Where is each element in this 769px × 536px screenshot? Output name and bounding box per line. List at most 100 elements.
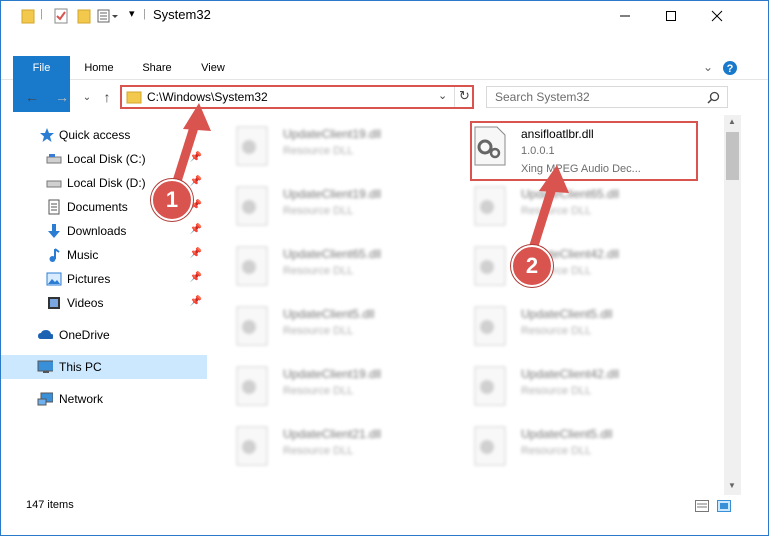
pin-icon: 📌 <box>189 224 202 235</box>
maximize-button[interactable] <box>648 1 694 31</box>
file-name: UpdateClient19.dll <box>283 367 382 381</box>
sidebar-item-label: Music <box>67 248 99 262</box>
up-button[interactable]: ↑ <box>97 87 117 107</box>
file-type: Resource DLL <box>283 205 354 217</box>
dll-file-icon <box>236 246 268 286</box>
pin-icon: 📌 <box>189 248 202 259</box>
file-name: UpdateClient19.dll <box>283 127 382 141</box>
file-name: UpdateClient21.dll <box>283 427 382 441</box>
explorer-window: | ▾ | System32 File Home Share View ⌄ ? … <box>0 0 769 536</box>
vertical-scrollbar[interactable]: ▲ ▼ <box>724 115 741 495</box>
details-view-icon[interactable] <box>695 500 709 512</box>
window-title: System32 <box>153 7 211 22</box>
file-name: UpdateClient5.dll <box>521 427 613 441</box>
search-box[interactable]: Search System32 <box>486 86 728 108</box>
downloads-icon <box>48 224 60 238</box>
sidebar-item-music[interactable]: Music 📌 <box>1 243 207 267</box>
cloud-icon <box>38 330 53 339</box>
videos-icon <box>48 297 60 309</box>
minimize-icon <box>620 15 630 17</box>
file-name: UpdateClient19.dll <box>283 187 382 201</box>
file-type: Resource DLL <box>521 445 592 457</box>
item-count: 147 items <box>26 499 74 511</box>
sidebar-item-label: Local Disk (D:) <box>67 176 146 190</box>
separator: | <box>143 8 146 20</box>
new-folder-icon[interactable] <box>77 7 91 25</box>
search-input[interactable]: Search System32 <box>495 90 590 104</box>
star-icon <box>40 128 54 142</box>
properties-icon[interactable] <box>53 7 69 25</box>
divider <box>454 87 455 107</box>
refresh-icon[interactable]: ↻ <box>459 88 470 104</box>
list-item[interactable]: UpdateClient65.dll Resource DLL <box>473 183 703 239</box>
sidebar-item-this-pc[interactable]: This PC <box>1 355 207 379</box>
address-dropdown-icon[interactable]: ⌄ <box>438 89 447 102</box>
drive-icon <box>46 154 62 164</box>
forward-arrow-icon: → <box>55 89 69 105</box>
list-item[interactable]: UpdateClient5.dll Resource DLL <box>473 423 703 479</box>
tab-home[interactable]: Home <box>77 56 121 80</box>
sidebar-item-network[interactable]: Network <box>1 387 207 411</box>
pin-icon: 📌 <box>189 272 202 283</box>
sidebar-item-label: This PC <box>59 360 102 374</box>
computer-icon <box>37 360 53 373</box>
search-icon[interactable] <box>707 91 720 104</box>
scrollbar-thumb[interactable] <box>726 132 739 180</box>
pin-icon: 📌 <box>189 296 202 307</box>
scroll-down-icon[interactable]: ▼ <box>728 481 736 490</box>
sidebar-item-label: Documents <box>67 200 128 214</box>
list-item[interactable]: UpdateClient5.dll Resource DLL <box>473 303 703 359</box>
list-item[interactable]: UpdateClient19.dll Resource DLL <box>235 363 465 419</box>
sidebar-item-label: Downloads <box>67 224 127 238</box>
ribbon-tabs: File Home Share View ⌄ ? <box>1 56 768 112</box>
back-arrow-icon: ← <box>25 89 39 105</box>
svg-text:?: ? <box>727 63 734 75</box>
folder-icon[interactable] <box>21 7 35 25</box>
sidebar-item-downloads[interactable]: Downloads 📌 <box>1 219 207 243</box>
list-item[interactable]: UpdateClient42.dll Resource DLL <box>473 363 703 419</box>
list-item[interactable]: UpdateClient21.dll Resource DLL <box>235 423 465 479</box>
minimize-button[interactable] <box>602 1 648 31</box>
sidebar-item-label: Local Disk (C:) <box>67 152 146 166</box>
sidebar-item-label: Quick access <box>59 128 131 142</box>
sidebar-item-label: Network <box>59 392 104 406</box>
sidebar-item-pictures[interactable]: Pictures 📌 <box>1 267 207 291</box>
close-icon <box>711 10 723 22</box>
help-icon[interactable]: ? <box>722 60 738 76</box>
sidebar-item-label: OneDrive <box>59 328 110 342</box>
music-icon <box>49 248 60 262</box>
dropdown-icon[interactable]: ▾ <box>129 7 135 25</box>
sidebar-item-label: Videos <box>67 296 104 310</box>
file-type: Resource DLL <box>521 385 592 397</box>
scroll-up-icon[interactable]: ▲ <box>728 117 736 126</box>
forward-button[interactable]: → <box>52 87 72 107</box>
dll-file-icon <box>474 366 506 406</box>
file-name: UpdateClient5.dll <box>283 307 375 321</box>
list-item[interactable]: UpdateClient5.dll Resource DLL <box>235 303 465 359</box>
separator: | <box>40 8 43 20</box>
list-item[interactable]: UpdateClient19.dll Resource DLL <box>235 123 465 179</box>
file-type: Resource DLL <box>283 145 354 157</box>
expand-ribbon-icon[interactable]: ⌄ <box>703 60 713 74</box>
folder-icon <box>126 91 142 104</box>
dll-file-icon <box>474 306 506 346</box>
list-item[interactable]: UpdateClient65.dll Resource DLL <box>235 243 465 299</box>
drive-icon <box>46 180 62 188</box>
large-icons-view-icon[interactable] <box>717 500 731 512</box>
file-type: Resource DLL <box>283 265 354 277</box>
sidebar-item-onedrive[interactable]: OneDrive <box>1 323 207 347</box>
tab-share[interactable]: Share <box>135 56 179 80</box>
close-button[interactable] <box>694 1 740 31</box>
customize-toolbar-icon[interactable] <box>97 7 119 25</box>
chevron-down-icon: ⌄ <box>82 91 92 103</box>
file-name: UpdateClient42.dll <box>521 367 620 381</box>
tab-view[interactable]: View <box>191 56 235 80</box>
dll-file-icon <box>474 186 506 226</box>
list-item[interactable]: UpdateClient42.dll Resource DLL <box>473 243 703 299</box>
list-item[interactable]: UpdateClient19.dll Resource DLL <box>235 183 465 239</box>
dll-file-icon <box>236 186 268 226</box>
recent-locations-button[interactable]: ⌄ <box>77 87 97 107</box>
dll-file-icon <box>474 246 506 286</box>
sidebar-item-videos[interactable]: Videos 📌 <box>1 291 207 315</box>
back-button[interactable]: ← <box>22 87 42 107</box>
